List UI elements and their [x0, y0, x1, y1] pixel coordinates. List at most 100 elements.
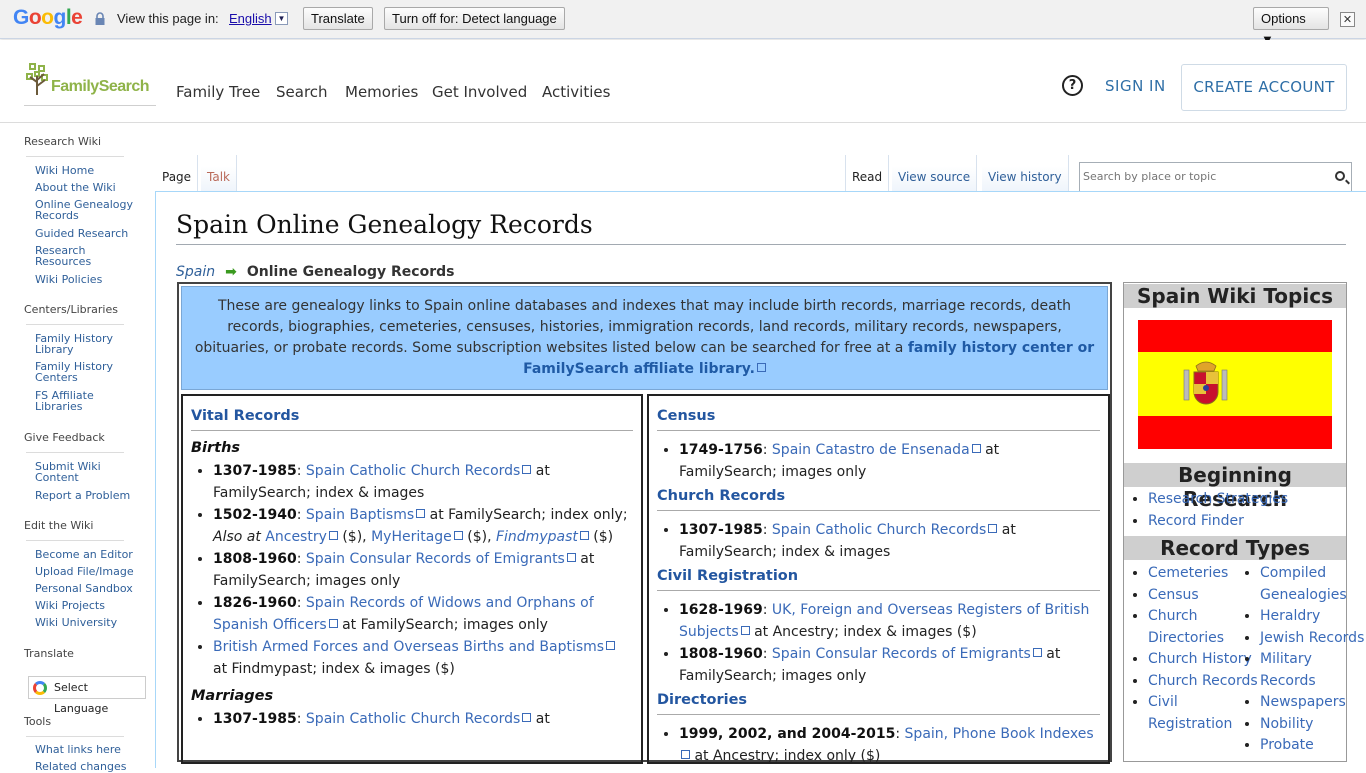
external-link-icon: [740, 625, 750, 635]
sidebar-item-wiki-university[interactable]: Wiki University: [35, 617, 140, 628]
help-icon[interactable]: ?: [1062, 75, 1083, 96]
list-item: Nobility: [1260, 714, 1366, 736]
tab-page[interactable]: Page: [156, 155, 199, 192]
topic-link[interactable]: Census: [1148, 587, 1199, 603]
sidebar-item-about-wiki[interactable]: About the Wiki: [35, 182, 140, 193]
record-link[interactable]: Spain Consular Records of Emigrants: [772, 646, 1031, 662]
select-language-dropdown[interactable]: Select Language: [28, 676, 146, 715]
nav-memories[interactable]: Memories: [345, 83, 418, 101]
nav-search[interactable]: Search: [276, 83, 328, 101]
topic-link[interactable]: Cemeteries: [1148, 565, 1228, 581]
topic-link[interactable]: Nobility: [1260, 716, 1313, 732]
record-link[interactable]: Spain Catholic Church Records: [306, 463, 520, 479]
sidebar-item-what-links-here[interactable]: What links here: [35, 744, 140, 755]
topic-link[interactable]: Heraldry: [1260, 608, 1320, 624]
record-link[interactable]: Ancestry: [265, 529, 327, 545]
tab-view-source[interactable]: View source: [892, 155, 978, 192]
topic-link[interactable]: Jewish Records: [1260, 630, 1364, 646]
list-item: 1749-1756: Spain Catastro de Ensenada at…: [679, 440, 1100, 483]
external-link-icon: [756, 363, 766, 372]
sidebar-item-submit-content[interactable]: Submit Wiki Content: [35, 461, 140, 483]
topic-link[interactable]: Church History: [1148, 651, 1252, 667]
sidebar-item-wiki-projects[interactable]: Wiki Projects: [35, 600, 140, 611]
create-account-button[interactable]: CREATE ACCOUNT: [1181, 64, 1347, 111]
nav-get-involved[interactable]: Get Involved: [432, 83, 527, 101]
sidebar-item-upload[interactable]: Upload File/Image: [35, 566, 140, 577]
tab-read[interactable]: Read: [845, 155, 890, 192]
turn-off-button[interactable]: Turn off for: Detect language: [384, 7, 565, 30]
subheading: Births: [191, 440, 241, 456]
familysearch-logo[interactable]: FamilySearch: [24, 63, 156, 106]
external-link-icon: [416, 509, 426, 518]
tab-view-history[interactable]: View history: [982, 155, 1069, 192]
external-link-icon: [522, 465, 532, 474]
record-link[interactable]: British Armed Forces and Overseas Births…: [213, 639, 604, 655]
sidebar-heading-tools: Tools: [24, 715, 52, 728]
nav-activities[interactable]: Activities: [542, 83, 610, 101]
record-link[interactable]: Spain Catastro de Ensenada: [772, 442, 970, 458]
sign-in-link[interactable]: SIGN IN: [1105, 77, 1166, 95]
external-link-icon: [579, 530, 589, 540]
divider: [26, 156, 124, 157]
close-icon[interactable]: ✕: [1340, 12, 1355, 27]
breadcrumb: Spain ➡ Online Genealogy Records: [176, 264, 454, 280]
sidebar-item-fs-affiliate[interactable]: FS Affiliate Libraries: [35, 390, 140, 412]
record-link[interactable]: Spain Baptisms: [306, 507, 414, 523]
divider: [176, 244, 1346, 245]
list-item: British Armed Forces and Overseas Births…: [213, 637, 633, 680]
topic-link[interactable]: Compiled Genealogies: [1260, 565, 1347, 603]
list-item: 1808-1960: Spain Consular Records of Emi…: [679, 644, 1100, 687]
record-link[interactable]: Spain Catholic Church Records: [306, 711, 520, 727]
sidebar-heading-translate: Translate: [24, 647, 74, 660]
sidebar-item-wiki-policies[interactable]: Wiki Policies: [35, 274, 140, 285]
topic-link[interactable]: Record Finder: [1148, 513, 1244, 529]
tree-icon: [26, 63, 48, 95]
chevron-down-icon[interactable]: ▼: [275, 12, 288, 25]
list-item: Civil Registration: [1148, 692, 1258, 735]
record-link[interactable]: MyHeritage: [371, 529, 452, 545]
sidebar-item-wiki-home[interactable]: Wiki Home: [35, 165, 140, 176]
topic-link[interactable]: Civil Registration: [1148, 694, 1232, 732]
external-link-icon: [606, 641, 616, 650]
list-item: 1826-1960: Spain Records of Widows and O…: [213, 593, 633, 636]
sidebar-item-research-resources[interactable]: Research Resources: [35, 245, 140, 267]
section-heading: Directories: [657, 688, 1100, 715]
spain-flag-image[interactable]: [1138, 320, 1332, 449]
search-icon[interactable]: [1335, 171, 1345, 181]
breadcrumb-current: Online Genealogy Records: [246, 264, 455, 280]
breadcrumb-parent[interactable]: Spain: [176, 264, 215, 280]
sidebar-item-sandbox[interactable]: Personal Sandbox: [35, 583, 140, 594]
topic-link[interactable]: Research Strategies: [1148, 491, 1288, 507]
list-item: Church History: [1148, 649, 1258, 671]
sidebar-item-report-problem[interactable]: Report a Problem: [35, 490, 140, 501]
record-link[interactable]: Spain Consular Records of Emigrants: [306, 551, 565, 567]
record-link[interactable]: Findmypast: [496, 529, 578, 545]
sidebar-item-become-editor[interactable]: Become an Editor: [35, 549, 140, 560]
sidebar-item-online-records[interactable]: Online Genealogy Records: [35, 199, 140, 221]
list-item: Probate: [1260, 735, 1366, 757]
divider: [26, 324, 124, 325]
beginning-research-heading: Beginning Research: [1124, 463, 1346, 511]
external-link-icon: [566, 553, 576, 562]
language-link[interactable]: English: [229, 11, 272, 26]
sidebar-item-related-changes[interactable]: Related changes: [35, 761, 140, 772]
sidebar-item-fhl[interactable]: Family History Library: [35, 333, 140, 355]
topic-link[interactable]: Church Records: [1148, 673, 1258, 689]
translate-button[interactable]: Translate: [303, 7, 373, 30]
topic-link[interactable]: Church Directories: [1148, 608, 1224, 646]
google-logo: Google: [13, 6, 83, 29]
topic-link[interactable]: Probate: [1260, 737, 1314, 753]
section-heading: Church Records: [657, 484, 1100, 511]
search-input[interactable]: [1080, 163, 1320, 190]
google-icon: [33, 681, 47, 695]
topic-link[interactable]: Military Records: [1260, 651, 1316, 689]
sidebar-item-fhc[interactable]: Family History Centers: [35, 361, 140, 383]
section-heading: Census: [657, 396, 1100, 431]
record-link[interactable]: Spain Catholic Church Records: [772, 522, 986, 538]
nav-family-tree[interactable]: Family Tree: [176, 83, 260, 101]
tab-talk[interactable]: Talk: [201, 155, 237, 192]
sidebar-item-guided-research[interactable]: Guided Research: [35, 228, 140, 239]
record-link[interactable]: Spain, Phone Book Indexes: [905, 726, 1094, 742]
options-button[interactable]: Options ▼: [1253, 7, 1329, 47]
topic-link[interactable]: Newspapers: [1260, 694, 1346, 710]
